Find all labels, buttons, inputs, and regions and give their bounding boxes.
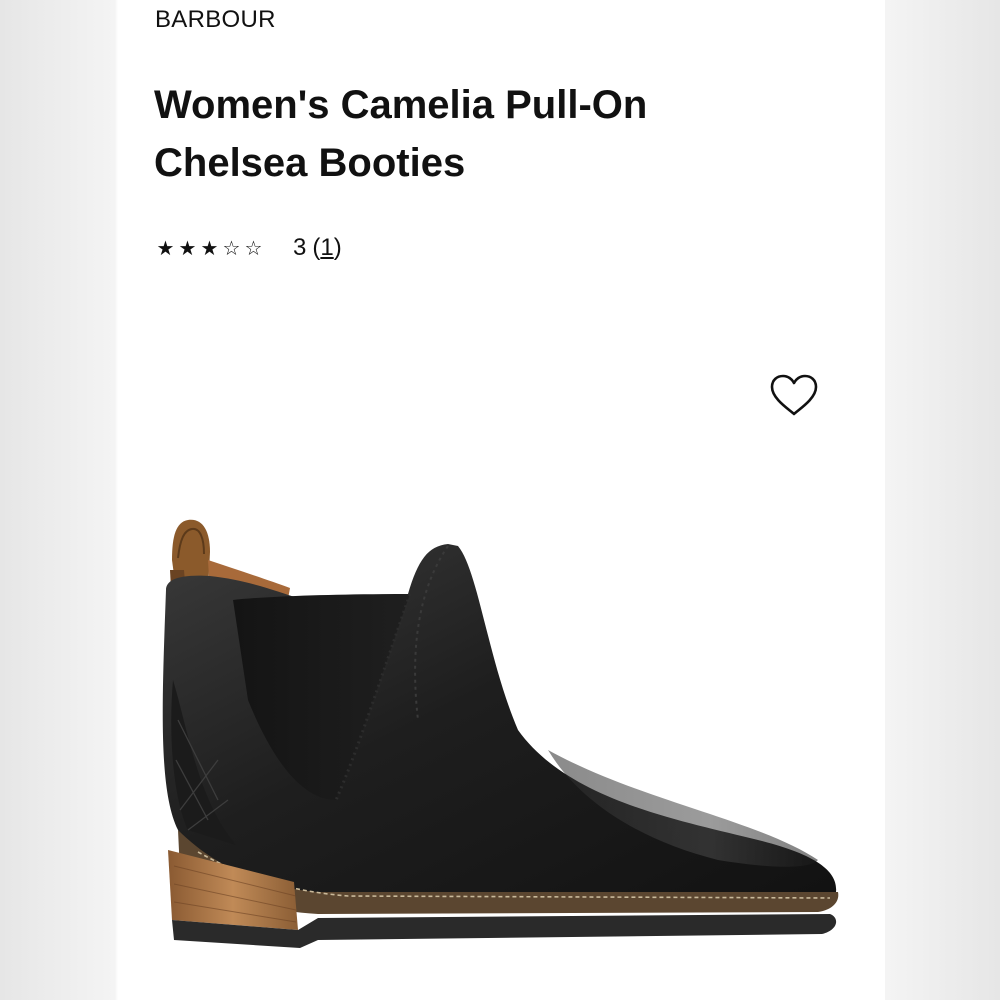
boot-illustration	[162, 519, 839, 948]
star-empty-icon: ☆	[222, 236, 242, 260]
rating-row[interactable]: ★ ★ ★ ☆ ☆ 3 (1)	[155, 232, 342, 264]
heart-outline-icon[interactable]	[768, 372, 820, 420]
product-title: Women's Camelia Pull-On Chelsea Booties	[154, 83, 648, 185]
star-rating: ★ ★ ★ ☆ ☆	[155, 236, 265, 260]
star-empty-icon: ☆	[244, 236, 264, 260]
product-card: BARBOUR Women's Camelia Pull-On Chelsea …	[118, 0, 885, 1000]
brand-name[interactable]: BARBOUR	[155, 6, 276, 34]
review-count[interactable]: 1	[320, 234, 333, 261]
star-icon: ★	[200, 236, 220, 260]
screenshot-frame: BARBOUR Women's Camelia Pull-On Chelsea …	[0, 0, 1000, 1000]
review-count-link[interactable]: (1)	[312, 234, 341, 262]
product-image[interactable]	[118, 500, 885, 1000]
rating-value: 3	[293, 234, 307, 261]
star-icon: ★	[156, 236, 176, 260]
star-icon: ★	[178, 236, 198, 260]
